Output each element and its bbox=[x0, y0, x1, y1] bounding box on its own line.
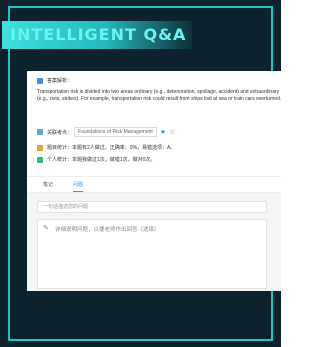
tab-notes[interactable]: 笔记 bbox=[43, 181, 53, 192]
personal-stats-row: 个人统计： 本题我做过1次，做错1次，做对0次。 bbox=[37, 156, 155, 163]
detail-placeholder: 详细说明问题，以便老师作出回答（选填） bbox=[55, 227, 160, 233]
question-stats-row: 题目统计： 本题有2人做过，正确率：0%，易错选项：A。 bbox=[37, 144, 175, 151]
analysis-header: 答案解析： bbox=[37, 77, 72, 84]
related-tag[interactable]: Foundations of Risk Management bbox=[74, 127, 157, 137]
personal-stats-value: 本题我做过1次，做错1次，做对0次。 bbox=[72, 157, 156, 163]
answer-panel: 答案解析： Transportation risk is divided int… bbox=[27, 71, 281, 291]
question-title-input[interactable]: 一句话描述您的问题 bbox=[37, 201, 267, 213]
personal-stats-label: 个人统计： bbox=[47, 157, 73, 163]
personal-stats-icon bbox=[37, 156, 43, 163]
analysis-text: Transportation risk is divided into two … bbox=[37, 89, 281, 102]
star-outline-icon[interactable]: ☆ bbox=[169, 129, 175, 136]
question-detail-textarea[interactable]: ✎ 详细说明问题，以便老师作出回答（选填） bbox=[37, 219, 267, 289]
banner-title: INTELLIGENT Q&A bbox=[10, 25, 187, 44]
related-label: 关联考点： bbox=[47, 129, 73, 136]
analysis-icon bbox=[37, 77, 43, 84]
related-icon bbox=[37, 129, 43, 135]
pen-icon: ✎ bbox=[43, 225, 49, 232]
question-stats-value: 本题有2人做过，正确率：0%，易错选项：A。 bbox=[72, 145, 176, 151]
divider bbox=[27, 176, 281, 177]
star-icon[interactable]: ★ bbox=[160, 129, 166, 136]
tab-bar: 笔记 问题 bbox=[43, 181, 103, 192]
analysis-label: 答案解析： bbox=[47, 78, 73, 84]
tab-questions[interactable]: 问题 bbox=[73, 181, 84, 192]
question-stats-label: 题目统计： bbox=[47, 145, 73, 151]
related-row: 关联考点： Foundations of Risk Management ★ ☆ bbox=[37, 127, 175, 137]
question-stats-icon bbox=[37, 144, 43, 151]
